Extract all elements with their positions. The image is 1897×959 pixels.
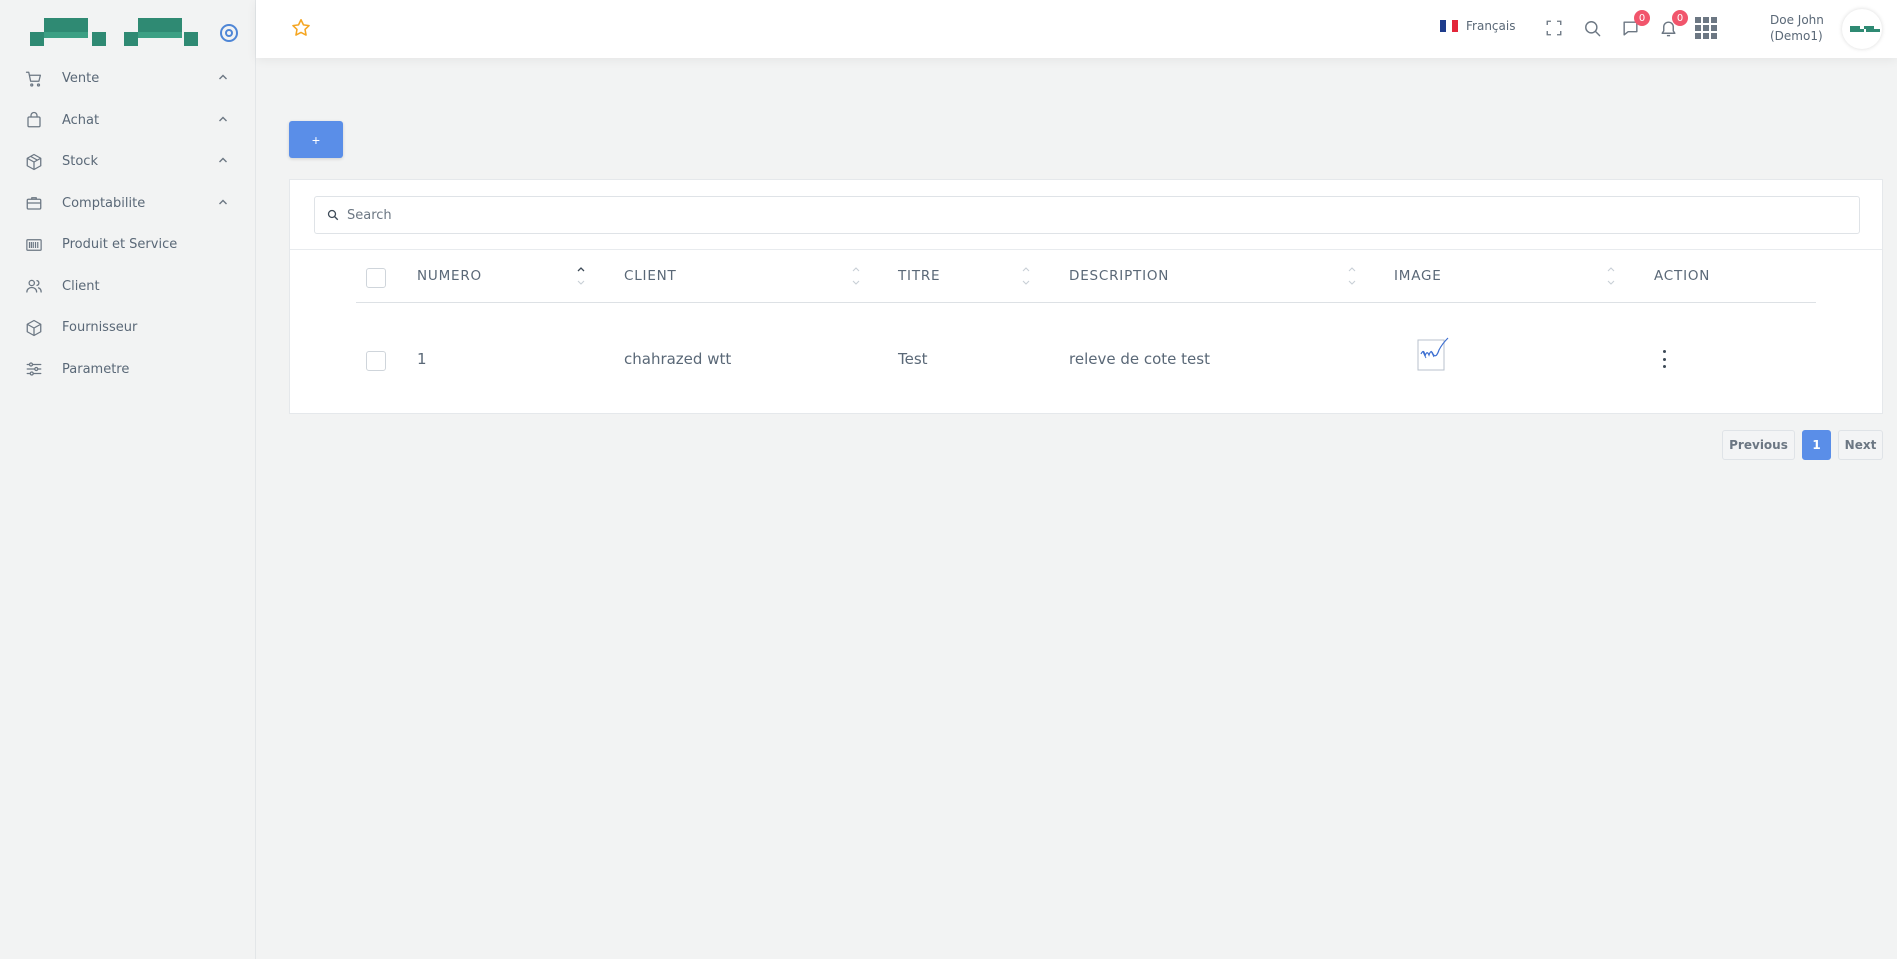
column-header-image[interactable]: IMAGE xyxy=(1394,268,1442,284)
sort-icon[interactable] xyxy=(1021,260,1031,290)
chevron-up-icon xyxy=(219,157,227,163)
sort-icon[interactable] xyxy=(851,260,861,290)
sidebar-item-label: Parametre xyxy=(62,361,130,377)
cell-titre: Test xyxy=(898,350,928,368)
search-icon xyxy=(327,209,339,221)
notification-count-badge: 0 xyxy=(1672,10,1688,26)
sidebar-item-client[interactable]: Client xyxy=(0,266,256,308)
column-header-titre[interactable]: TITRE xyxy=(898,268,940,284)
sidebar-item-label: Vente xyxy=(62,71,100,87)
sidebar-item-comptabilite[interactable]: Comptabilite xyxy=(0,183,256,225)
sidebar-item-label: Comptabilite xyxy=(62,195,146,211)
chevron-up-icon xyxy=(219,199,227,204)
pagination-next[interactable]: Next xyxy=(1838,430,1883,460)
column-header-action: ACTION xyxy=(1654,268,1711,284)
bell-icon[interactable]: 0 xyxy=(1656,10,1688,40)
language-label: Français xyxy=(1466,19,1516,33)
sidebar-item-label: Achat xyxy=(62,112,100,128)
chevron-up-icon xyxy=(219,74,227,80)
app-logo[interactable] xyxy=(30,18,200,48)
search-icon[interactable] xyxy=(1580,16,1604,40)
sidebar-item-achat[interactable]: Achat xyxy=(0,100,256,142)
search-box[interactable] xyxy=(314,196,1860,234)
add-button[interactable]: + xyxy=(289,121,343,158)
briefcase-icon xyxy=(24,193,44,213)
user-menu[interactable]: Doe John (Demo1) xyxy=(1770,12,1824,44)
user-name: Doe John xyxy=(1770,13,1824,27)
sidebar-item-label: Stock xyxy=(62,154,98,170)
box-icon xyxy=(24,152,44,172)
star-icon[interactable] xyxy=(290,17,312,39)
chevron-up-icon xyxy=(219,116,227,121)
sidebar-item-produit-et-service[interactable]: Produit et Service xyxy=(0,224,256,266)
sidebar-item-vente[interactable]: Vente xyxy=(0,58,256,100)
column-header-client[interactable]: CLIENT xyxy=(624,268,677,284)
avatar[interactable] xyxy=(1842,9,1882,49)
sliders-icon xyxy=(24,359,44,379)
sort-icon[interactable] xyxy=(1347,260,1357,290)
france-flag-icon xyxy=(1440,20,1458,32)
sidebar: Vente Achat Stock Comptabilite Produit e… xyxy=(0,0,256,959)
barcode-icon xyxy=(24,235,44,255)
shopping-bag-icon xyxy=(24,110,44,130)
sidebar-item-label: Client xyxy=(62,278,100,294)
cell-client: chahrazed wtt xyxy=(624,350,732,368)
column-header-description[interactable]: DESCRIPTION xyxy=(1069,268,1169,284)
apps-grid-icon[interactable] xyxy=(1694,16,1718,40)
user-company: (Demo1) xyxy=(1770,29,1823,43)
pagination-page-current[interactable]: 1 xyxy=(1802,430,1831,460)
sidebar-nav: Vente Achat Stock Comptabilite Produit e… xyxy=(0,58,256,390)
cart-icon xyxy=(24,69,44,89)
column-header-numero[interactable]: NUMERO xyxy=(417,268,482,284)
row-checkbox[interactable] xyxy=(366,351,386,371)
sidebar-item-parametre[interactable]: Parametre xyxy=(0,349,256,391)
package-icon xyxy=(24,318,44,338)
fullscreen-icon[interactable] xyxy=(1542,16,1566,40)
sidebar-item-stock[interactable]: Stock xyxy=(0,141,256,183)
table-header-divider xyxy=(356,302,1816,303)
pagination-previous[interactable]: Previous xyxy=(1722,430,1795,460)
language-selector[interactable]: Français xyxy=(1440,19,1515,33)
sidebar-item-label: Produit et Service xyxy=(62,237,178,253)
top-header: Français 0 0 Doe John (Demo1) xyxy=(256,0,1897,58)
sidebar-toggle-icon[interactable] xyxy=(220,24,238,42)
cell-numero: 1 xyxy=(417,350,427,368)
sort-icon[interactable] xyxy=(576,260,586,290)
cell-description: releve de cote test xyxy=(1069,350,1210,368)
users-icon xyxy=(24,276,44,296)
chat-count-badge: 0 xyxy=(1634,10,1650,26)
row-actions-menu-icon[interactable] xyxy=(1659,350,1669,368)
sidebar-item-label: Fournisseur xyxy=(62,320,138,336)
data-table-card: NUMERO CLIENT TITRE DESCRIPTION IMAGE AC… xyxy=(289,179,1883,414)
signature-thumbnail[interactable] xyxy=(1415,334,1453,372)
divider xyxy=(290,249,1882,250)
sort-icon[interactable] xyxy=(1606,260,1616,290)
sidebar-item-fournisseur[interactable]: Fournisseur xyxy=(0,307,256,349)
select-all-checkbox[interactable] xyxy=(366,268,386,288)
search-input[interactable] xyxy=(347,207,1747,223)
chat-icon[interactable]: 0 xyxy=(1618,10,1650,40)
